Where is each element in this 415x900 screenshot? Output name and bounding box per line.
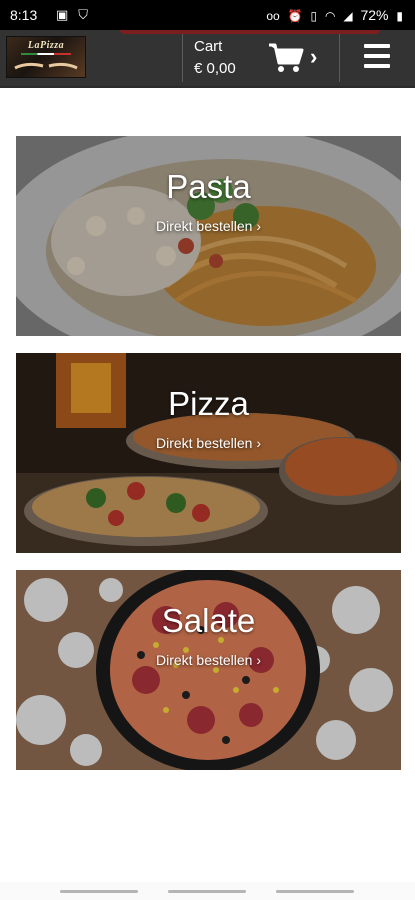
battery-percent: 72% [360,7,389,23]
battery-icon: ▮ [396,9,403,23]
status-notification-icons: ▣ ⛉ [56,6,94,23]
system-navigation-bar [0,882,415,900]
order-now-link-salate[interactable]: Direkt bestellen › [16,652,401,668]
vibrate-icon: ▯ [310,9,318,23]
category-card-pasta[interactable]: Pasta Direkt bestellen › [16,136,401,336]
category-card-pizza[interactable]: Pizza Direkt bestellen › [16,353,401,553]
header-divider [339,34,340,82]
category-title-pasta: Pasta [166,168,251,205]
shield-icon: ⛉ [78,7,88,22]
category-card-salate[interactable]: Salate Direkt bestellen › [16,570,401,770]
home-button[interactable] [168,890,246,893]
order-now-link-pasta[interactable]: Direkt bestellen › [16,218,401,234]
signal-icon: ◢ [343,9,353,23]
logo-flag-stripe [21,53,71,55]
category-title-salate: Salate [161,602,256,639]
status-system-icons: oo ⏰ ▯ ◠ ◢ 72% ▮ [262,7,403,23]
pizza-image [16,353,401,553]
cart-button[interactable]: › [266,40,326,76]
logo[interactable]: LaPizza [6,36,86,78]
status-time: 8:13 [10,7,38,23]
chevron-right-icon: › [310,44,318,69]
wifi-icon: ◠ [324,9,336,23]
header-accent-bar [120,30,380,34]
image-icon: ▣ [56,7,69,22]
header-divider [182,34,183,82]
order-now-link-pizza[interactable]: Direkt bestellen › [16,435,401,451]
cart-icon [269,43,304,72]
logo-text: LaPizza [27,40,65,51]
status-bar: 8:13 ▣ ⛉ oo ⏰ ▯ ◠ ◢ 72% ▮ [0,0,415,30]
pasta-image [16,136,401,336]
voicemail-icon: oo [266,9,280,23]
salad-pizza-image [16,570,401,770]
category-title-pizza: Pizza [168,385,249,422]
logo-hands-image [14,62,78,70]
recent-apps-button[interactable] [60,890,138,893]
back-button[interactable] [276,890,354,893]
cart-label[interactable]: Cart [194,38,222,55]
cart-total[interactable]: € 0,00 [194,60,236,77]
hamburger-menu-button[interactable] [356,42,396,74]
alarm-icon: ⏰ [287,9,303,23]
app-header: LaPizza Cart € 0,00 › [0,30,415,88]
